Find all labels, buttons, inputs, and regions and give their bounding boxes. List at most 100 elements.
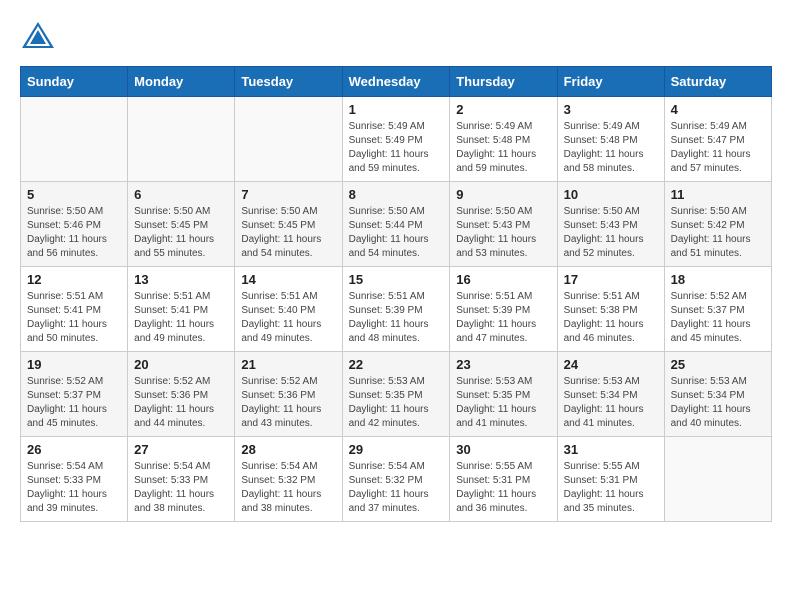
day-number: 1 (349, 102, 444, 117)
day-info: Sunrise: 5:50 AM Sunset: 5:45 PM Dayligh… (241, 205, 335, 261)
day-number: 18 (671, 272, 765, 287)
day-number: 21 (241, 357, 335, 372)
day-info: Sunrise: 5:49 AM Sunset: 5:48 PM Dayligh… (564, 120, 658, 176)
calendar-cell: 17 Sunrise: 5:51 AM Sunset: 5:38 PM Dayli… (557, 267, 664, 352)
day-info: Sunrise: 5:51 AM Sunset: 5:38 PM Dayligh… (564, 290, 658, 346)
calendar-table: SundayMondayTuesdayWednesdayThursdayFrid… (20, 66, 772, 522)
logo-icon (20, 20, 56, 50)
day-number: 9 (456, 187, 550, 202)
day-info: Sunrise: 5:50 AM Sunset: 5:42 PM Dayligh… (671, 205, 765, 261)
day-info: Sunrise: 5:53 AM Sunset: 5:35 PM Dayligh… (456, 375, 550, 431)
day-number: 19 (27, 357, 121, 372)
calendar-week-row: 12 Sunrise: 5:51 AM Sunset: 5:41 PM Dayli… (21, 267, 772, 352)
day-number: 10 (564, 187, 658, 202)
calendar-cell: 16Sunrise: 5:51 AM Sunset: 5:39 PM Dayli… (450, 267, 557, 352)
calendar-cell: 20 Sunrise: 5:52 AM Sunset: 5:36 PM Dayli… (128, 352, 235, 437)
day-number: 8 (349, 187, 444, 202)
day-info: Sunrise: 5:53 AM Sunset: 5:35 PM Dayligh… (349, 375, 444, 431)
day-number: 7 (241, 187, 335, 202)
calendar-cell: 31 Sunrise: 5:55 AM Sunset: 5:31 PM Dayli… (557, 437, 664, 522)
calendar-cell (128, 97, 235, 182)
calendar-cell: 26 Sunrise: 5:54 AM Sunset: 5:33 PM Dayli… (21, 437, 128, 522)
calendar-cell: 4 Sunrise: 5:49 AM Sunset: 5:47 PM Daylig… (664, 97, 771, 182)
day-number: 27 (134, 442, 228, 457)
calendar-cell: 19Sunrise: 5:52 AM Sunset: 5:37 PM Dayli… (21, 352, 128, 437)
calendar-cell: 2 Sunrise: 5:49 AM Sunset: 5:48 PM Daylig… (450, 97, 557, 182)
col-header-thursday: Thursday (450, 67, 557, 97)
day-number: 29 (349, 442, 444, 457)
logo (20, 20, 60, 50)
day-number: 25 (671, 357, 765, 372)
day-info: Sunrise: 5:54 AM Sunset: 5:32 PM Dayligh… (349, 460, 444, 516)
col-header-wednesday: Wednesday (342, 67, 450, 97)
calendar-cell: 11 Sunrise: 5:50 AM Sunset: 5:42 PM Dayli… (664, 182, 771, 267)
calendar-week-row: 5 Sunrise: 5:50 AM Sunset: 5:46 PM Daylig… (21, 182, 772, 267)
day-number: 31 (564, 442, 658, 457)
calendar-cell: 28 Sunrise: 5:54 AM Sunset: 5:32 PM Dayli… (235, 437, 342, 522)
day-info: Sunrise: 5:50 AM Sunset: 5:46 PM Dayligh… (27, 205, 121, 261)
day-number: 22 (349, 357, 444, 372)
day-info: Sunrise: 5:55 AM Sunset: 5:31 PM Dayligh… (564, 460, 658, 516)
day-info: Sunrise: 5:54 AM Sunset: 5:33 PM Dayligh… (27, 460, 121, 516)
day-info: Sunrise: 5:50 AM Sunset: 5:43 PM Dayligh… (564, 205, 658, 261)
calendar-header-row: SundayMondayTuesdayWednesdayThursdayFrid… (21, 67, 772, 97)
calendar-cell (664, 437, 771, 522)
day-info: Sunrise: 5:51 AM Sunset: 5:39 PM Dayligh… (456, 290, 550, 346)
calendar-cell: 23 Sunrise: 5:53 AM Sunset: 5:35 PM Dayli… (450, 352, 557, 437)
col-header-tuesday: Tuesday (235, 67, 342, 97)
calendar-cell: 15 Sunrise: 5:51 AM Sunset: 5:39 PM Dayli… (342, 267, 450, 352)
calendar-cell (21, 97, 128, 182)
calendar-week-row: 19Sunrise: 5:52 AM Sunset: 5:37 PM Dayli… (21, 352, 772, 437)
calendar-cell (235, 97, 342, 182)
col-header-saturday: Saturday (664, 67, 771, 97)
day-number: 24 (564, 357, 658, 372)
day-info: Sunrise: 5:51 AM Sunset: 5:39 PM Dayligh… (349, 290, 444, 346)
col-header-sunday: Sunday (21, 67, 128, 97)
day-number: 6 (134, 187, 228, 202)
day-info: Sunrise: 5:50 AM Sunset: 5:45 PM Dayligh… (134, 205, 228, 261)
day-info: Sunrise: 5:54 AM Sunset: 5:33 PM Dayligh… (134, 460, 228, 516)
calendar-cell: 29 Sunrise: 5:54 AM Sunset: 5:32 PM Dayli… (342, 437, 450, 522)
day-number: 4 (671, 102, 765, 117)
day-number: 23 (456, 357, 550, 372)
day-info: Sunrise: 5:52 AM Sunset: 5:36 PM Dayligh… (134, 375, 228, 431)
calendar-cell: 13Sunrise: 5:51 AM Sunset: 5:41 PM Dayli… (128, 267, 235, 352)
calendar-cell: 8Sunrise: 5:50 AM Sunset: 5:44 PM Daylig… (342, 182, 450, 267)
day-number: 28 (241, 442, 335, 457)
day-info: Sunrise: 5:53 AM Sunset: 5:34 PM Dayligh… (564, 375, 658, 431)
calendar-cell: 30 Sunrise: 5:55 AM Sunset: 5:31 PM Dayli… (450, 437, 557, 522)
day-info: Sunrise: 5:50 AM Sunset: 5:43 PM Dayligh… (456, 205, 550, 261)
day-number: 13 (134, 272, 228, 287)
day-info: Sunrise: 5:49 AM Sunset: 5:47 PM Dayligh… (671, 120, 765, 176)
calendar-cell: 10 Sunrise: 5:50 AM Sunset: 5:43 PM Dayli… (557, 182, 664, 267)
day-number: 11 (671, 187, 765, 202)
day-info: Sunrise: 5:52 AM Sunset: 5:36 PM Dayligh… (241, 375, 335, 431)
col-header-monday: Monday (128, 67, 235, 97)
day-number: 26 (27, 442, 121, 457)
calendar-cell: 25 Sunrise: 5:53 AM Sunset: 5:34 PM Dayli… (664, 352, 771, 437)
calendar-cell: 21 Sunrise: 5:52 AM Sunset: 5:36 PM Dayli… (235, 352, 342, 437)
day-number: 20 (134, 357, 228, 372)
calendar-cell: 12 Sunrise: 5:51 AM Sunset: 5:41 PM Dayli… (21, 267, 128, 352)
calendar-cell: 7 Sunrise: 5:50 AM Sunset: 5:45 PM Daylig… (235, 182, 342, 267)
calendar-cell: 6 Sunrise: 5:50 AM Sunset: 5:45 PM Daylig… (128, 182, 235, 267)
day-number: 14 (241, 272, 335, 287)
calendar-cell: 24 Sunrise: 5:53 AM Sunset: 5:34 PM Dayli… (557, 352, 664, 437)
day-info: Sunrise: 5:52 AM Sunset: 5:37 PM Dayligh… (671, 290, 765, 346)
day-number: 30 (456, 442, 550, 457)
day-info: Sunrise: 5:55 AM Sunset: 5:31 PM Dayligh… (456, 460, 550, 516)
day-number: 5 (27, 187, 121, 202)
day-info: Sunrise: 5:54 AM Sunset: 5:32 PM Dayligh… (241, 460, 335, 516)
calendar-cell: 1 Sunrise: 5:49 AM Sunset: 5:49 PM Daylig… (342, 97, 450, 182)
day-info: Sunrise: 5:49 AM Sunset: 5:48 PM Dayligh… (456, 120, 550, 176)
calendar-week-row: 1 Sunrise: 5:49 AM Sunset: 5:49 PM Daylig… (21, 97, 772, 182)
calendar-cell: 22 Sunrise: 5:53 AM Sunset: 5:35 PM Dayli… (342, 352, 450, 437)
col-header-friday: Friday (557, 67, 664, 97)
day-info: Sunrise: 5:53 AM Sunset: 5:34 PM Dayligh… (671, 375, 765, 431)
day-number: 17 (564, 272, 658, 287)
day-number: 15 (349, 272, 444, 287)
day-info: Sunrise: 5:49 AM Sunset: 5:49 PM Dayligh… (349, 120, 444, 176)
day-number: 2 (456, 102, 550, 117)
day-info: Sunrise: 5:51 AM Sunset: 5:41 PM Dayligh… (27, 290, 121, 346)
day-number: 12 (27, 272, 121, 287)
